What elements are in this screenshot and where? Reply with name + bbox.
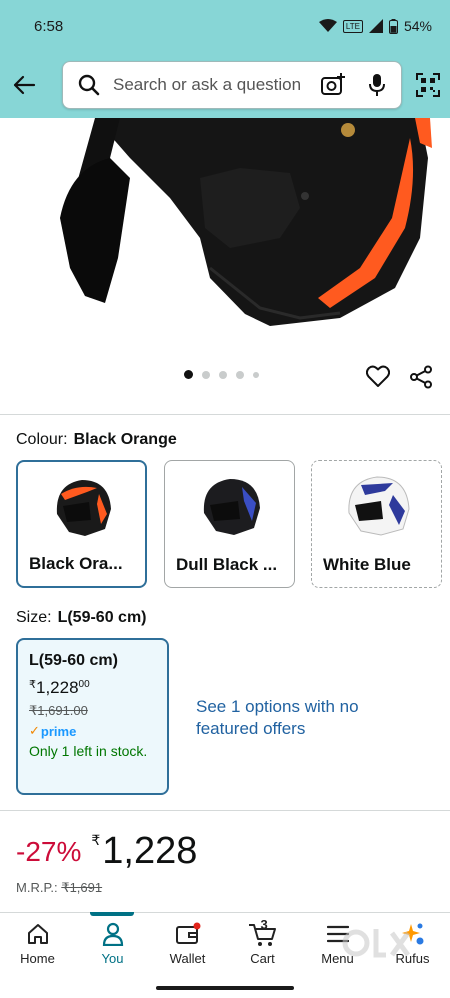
colour-option-black-orange[interactable]: Black Ora... (16, 460, 147, 588)
nav-label: Home (20, 951, 55, 966)
share-icon (410, 365, 432, 389)
qr-scan-button[interactable] (408, 61, 448, 109)
divider (0, 810, 450, 811)
discount-percent: -27% (16, 836, 82, 867)
cart-count-badge: 3 (260, 917, 268, 932)
colour-option-white-blue[interactable]: White Blue (311, 460, 442, 588)
pager-dot[interactable] (236, 370, 244, 379)
price-amount: 1,228 (102, 830, 198, 872)
olx-watermark (336, 925, 446, 969)
search-input[interactable]: Search or ask a question (62, 61, 402, 109)
status-bar: 6:58 LTE 54% (0, 0, 450, 52)
camera-icon[interactable] (319, 71, 347, 99)
wallet-icon (175, 921, 201, 947)
pager-dot[interactable] (202, 370, 210, 379)
colour-option-label: Dull Black ... (176, 555, 278, 574)
search-placeholder: Search or ask a question (113, 75, 302, 94)
prime-label: prime (40, 723, 77, 739)
colour-option-dull-black[interactable]: Dull Black ... (164, 460, 295, 588)
deal-price: ₹1,228 (91, 830, 197, 873)
nav-cart[interactable]: 3 Cart (225, 913, 300, 977)
wifi-icon (318, 19, 337, 32)
size-label: Size: (16, 609, 52, 626)
mrp-row: M.R.P.: ₹1,691 (16, 880, 102, 896)
status-time: 6:58 (34, 17, 64, 35)
size-option-card[interactable]: L(59-60 cm) ₹1,22800 ₹1,691.00 ✓ prime On… (16, 638, 169, 795)
nav-label: Wallet (169, 951, 206, 966)
mrp-label: M.R.P.: (16, 880, 58, 895)
search-icon (75, 71, 103, 99)
price-whole: 1,228 (36, 678, 79, 697)
share-button[interactable] (406, 362, 436, 392)
helmet-thumbnail (312, 465, 441, 547)
nav-wallet[interactable]: Wallet (150, 913, 225, 977)
pager-dot[interactable] (253, 371, 259, 378)
colour-label: Colour: (16, 431, 68, 448)
size-heading: Size: L(59-60 cm) (16, 609, 147, 627)
size-option-label: L(59-60 cm) (29, 652, 118, 669)
prime-badge: ✓ prime (29, 723, 156, 739)
profile-icon (102, 921, 124, 947)
nav-home[interactable]: Home (0, 913, 75, 977)
status-icons: LTE 54% (318, 18, 432, 34)
signal-icon (368, 19, 383, 33)
nav-label: You (101, 951, 124, 966)
pager-dot[interactable] (184, 370, 193, 379)
back-arrow-icon (13, 75, 36, 95)
cart-icon: 3 (248, 917, 278, 947)
heart-icon (366, 365, 390, 387)
pager-dot[interactable] (219, 370, 227, 379)
price-fraction: 00 (78, 679, 90, 690)
microphone-icon[interactable] (363, 71, 391, 99)
colour-option-label: White Blue (323, 555, 411, 574)
nav-label: Cart (250, 951, 275, 966)
back-button[interactable] (0, 61, 48, 109)
home-gesture-bar (156, 986, 294, 990)
see-options-link[interactable]: See 1 options with no featured offers (196, 696, 416, 740)
helmet-thumbnail (18, 466, 145, 548)
search-header: Search or ask a question (0, 52, 450, 118)
helmet-thumbnail (165, 465, 294, 547)
helmet-image (60, 118, 432, 326)
stock-status: Only 1 left in stock. (29, 743, 148, 759)
home-icon (27, 921, 49, 947)
qr-scan-icon (416, 73, 440, 97)
size-option-mrp: ₹1,691.00 (29, 703, 88, 718)
currency-symbol: ₹ (91, 832, 101, 848)
battery-percent: 54% (403, 18, 432, 34)
image-pager (184, 370, 259, 379)
size-selected-value: L(59-60 cm) (57, 609, 147, 626)
price-block: -27% ₹1,228 (16, 830, 197, 873)
lte-badge: LTE (342, 19, 363, 33)
colour-heading: Colour: Black Orange (16, 431, 177, 449)
size-option-price: ₹1,22800 (29, 678, 156, 698)
nav-you[interactable]: You (75, 913, 150, 977)
prime-check-icon: ✓ (29, 723, 40, 738)
colour-selected-value: Black Orange (73, 431, 177, 448)
mrp-value: ₹1,691 (61, 880, 103, 895)
colour-option-label: Black Ora... (29, 554, 123, 573)
product-image[interactable] (0, 118, 450, 358)
wishlist-button[interactable] (364, 362, 392, 390)
divider (0, 414, 450, 415)
battery-icon (388, 18, 398, 34)
currency-symbol: ₹ (29, 679, 36, 691)
